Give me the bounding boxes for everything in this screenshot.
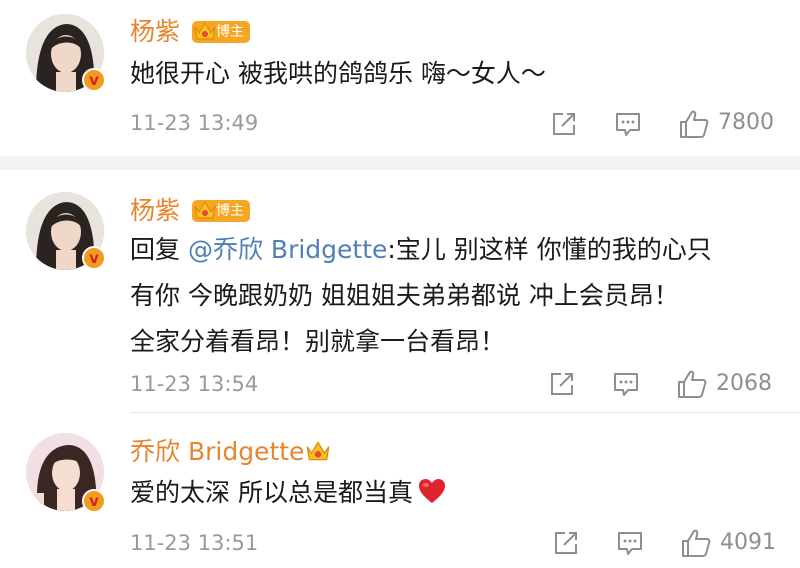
- verified-badge-icon: v: [82, 489, 106, 513]
- comment-icon[interactable]: [616, 529, 644, 557]
- like-count: 2068: [716, 371, 772, 396]
- crown-icon: [194, 21, 216, 40]
- username[interactable]: 杨紫: [130, 17, 180, 47]
- timestamp: 11-23 13:49: [130, 111, 259, 135]
- comment-item: v 乔欣 Bridgette 爱的太深 所以总是都当真 11-23 13:51 …: [0, 413, 800, 568]
- crown-icon: [194, 200, 216, 219]
- verified-badge-icon: v: [82, 68, 106, 92]
- like-count: 4091: [720, 530, 776, 555]
- crown-icon: [306, 441, 330, 461]
- timestamp: 11-23 13:51: [130, 531, 259, 555]
- heart-icon: [418, 479, 445, 503]
- share-icon[interactable]: [548, 370, 576, 398]
- username[interactable]: 乔欣 Bridgette: [130, 437, 304, 467]
- like-icon[interactable]: [680, 527, 712, 559]
- timestamp: 11-23 13:54: [130, 372, 259, 396]
- comment-text: 她很开心 被我哄的鸽鸽乐 嗨～女人～: [130, 59, 546, 88]
- comment-text: 爱的太深 所以总是都当真: [130, 478, 413, 507]
- mention-link[interactable]: @乔欣 Bridgette: [188, 235, 387, 264]
- like-icon[interactable]: [678, 108, 710, 140]
- comment-text-line: 全家分着看昂！别就拿一台看昂！: [130, 327, 506, 356]
- host-badge-label: 博主: [216, 203, 244, 219]
- comment-icon[interactable]: [614, 110, 642, 138]
- comment-item: v 杨紫 博主 她很开心 被我哄的鸽鸽乐 嗨～女人～ 11-23 13:49 7…: [0, 0, 800, 156]
- username[interactable]: 杨紫: [130, 196, 180, 226]
- comment-text-line: 爱的太深 所以总是都当真: [130, 471, 447, 515]
- like-count: 7800: [718, 110, 774, 135]
- comment-text-line: 有你 今晚跟奶奶 姐姐姐夫弟弟都说 冲上会员昂！: [130, 281, 679, 310]
- host-badge-label: 博主: [216, 24, 244, 40]
- verified-badge-icon: v: [82, 246, 106, 270]
- share-icon[interactable]: [552, 529, 580, 557]
- host-badge: 博主: [192, 21, 250, 43]
- comment-text-line: 回复 @乔欣 Bridgette:宝儿 别这样 你懂的我的心只: [130, 228, 712, 272]
- comment-icon[interactable]: [612, 370, 640, 398]
- comment-item: v 杨紫 博主 回复 @乔欣 Bridgette:宝儿 别这样 你懂的我的心只 …: [0, 170, 800, 412]
- like-icon[interactable]: [676, 368, 708, 400]
- section-divider: [0, 156, 800, 170]
- comment-text: :宝儿 别这样 你懂的我的心只: [387, 235, 712, 264]
- host-badge: 博主: [192, 200, 250, 222]
- reply-prefix: 回复: [130, 235, 181, 264]
- share-icon[interactable]: [550, 110, 578, 138]
